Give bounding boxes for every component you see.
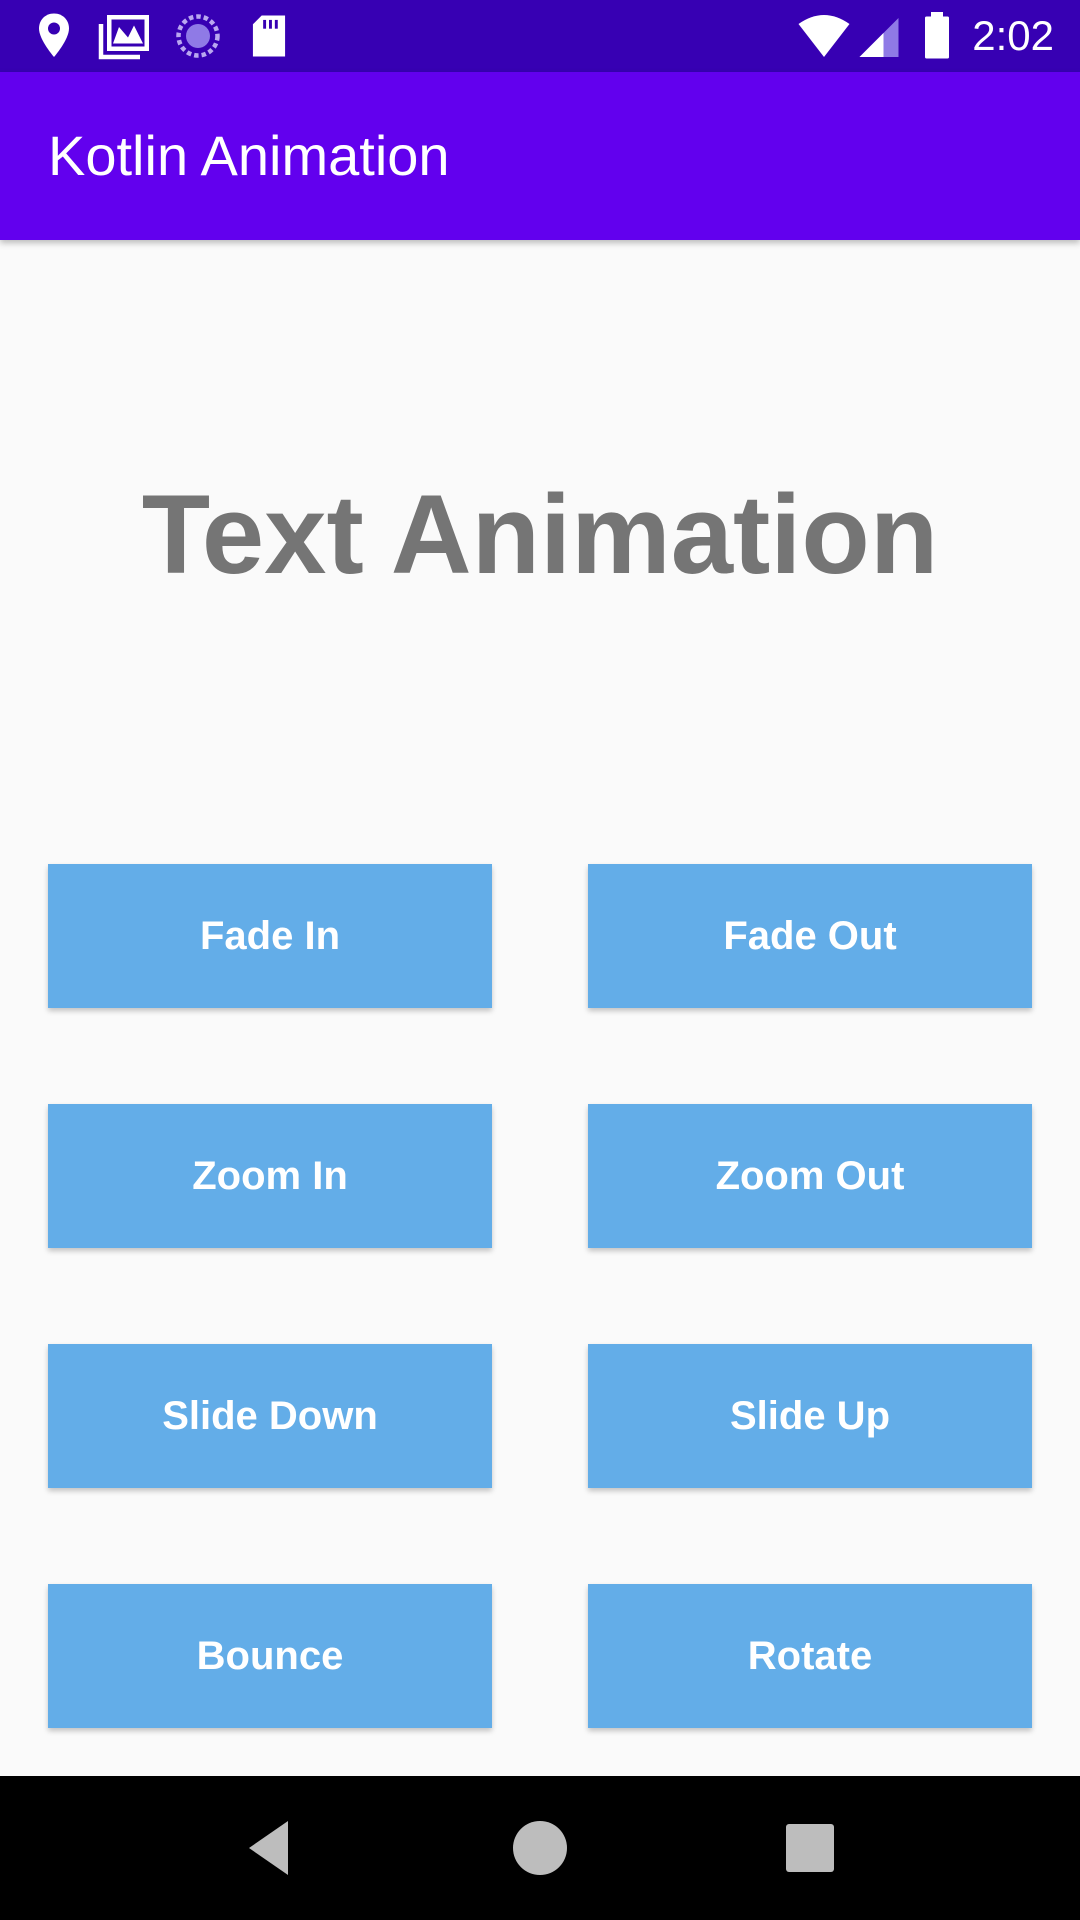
screen: 2:02 Kotlin Animation Text Animation Fad… (0, 0, 1080, 1920)
home-icon[interactable] (504, 1812, 576, 1884)
status-time: 2:02 (972, 12, 1054, 59)
slide-down-button[interactable]: Slide Down (48, 1344, 492, 1488)
status-bar: 2:02 (0, 0, 1080, 72)
bounce-button[interactable]: Bounce (48, 1584, 492, 1728)
animated-text: Text Animation (141, 472, 939, 597)
navigation-bar (0, 1776, 1080, 1920)
signal-icon (859, 18, 899, 57)
sync-icon (176, 14, 220, 58)
back-icon[interactable] (234, 1812, 306, 1884)
location-icon (39, 13, 69, 57)
app-bar: Kotlin Animation (0, 72, 1080, 240)
fade-out-button[interactable]: Fade Out (588, 864, 1032, 1008)
zoom-in-button[interactable]: Zoom In (48, 1104, 492, 1248)
recents-icon[interactable] (774, 1812, 846, 1884)
rotate-button[interactable]: Rotate (588, 1584, 1032, 1728)
zoom-out-button[interactable]: Zoom Out (588, 1104, 1032, 1248)
app-title: Kotlin Animation (48, 124, 450, 187)
wifi-icon (798, 15, 850, 57)
sd-card-icon (252, 15, 286, 57)
battery-icon (925, 12, 949, 59)
fade-in-button[interactable]: Fade In (48, 864, 492, 1008)
slide-up-button[interactable]: Slide Up (588, 1344, 1032, 1488)
gallery-icon (98, 15, 149, 60)
